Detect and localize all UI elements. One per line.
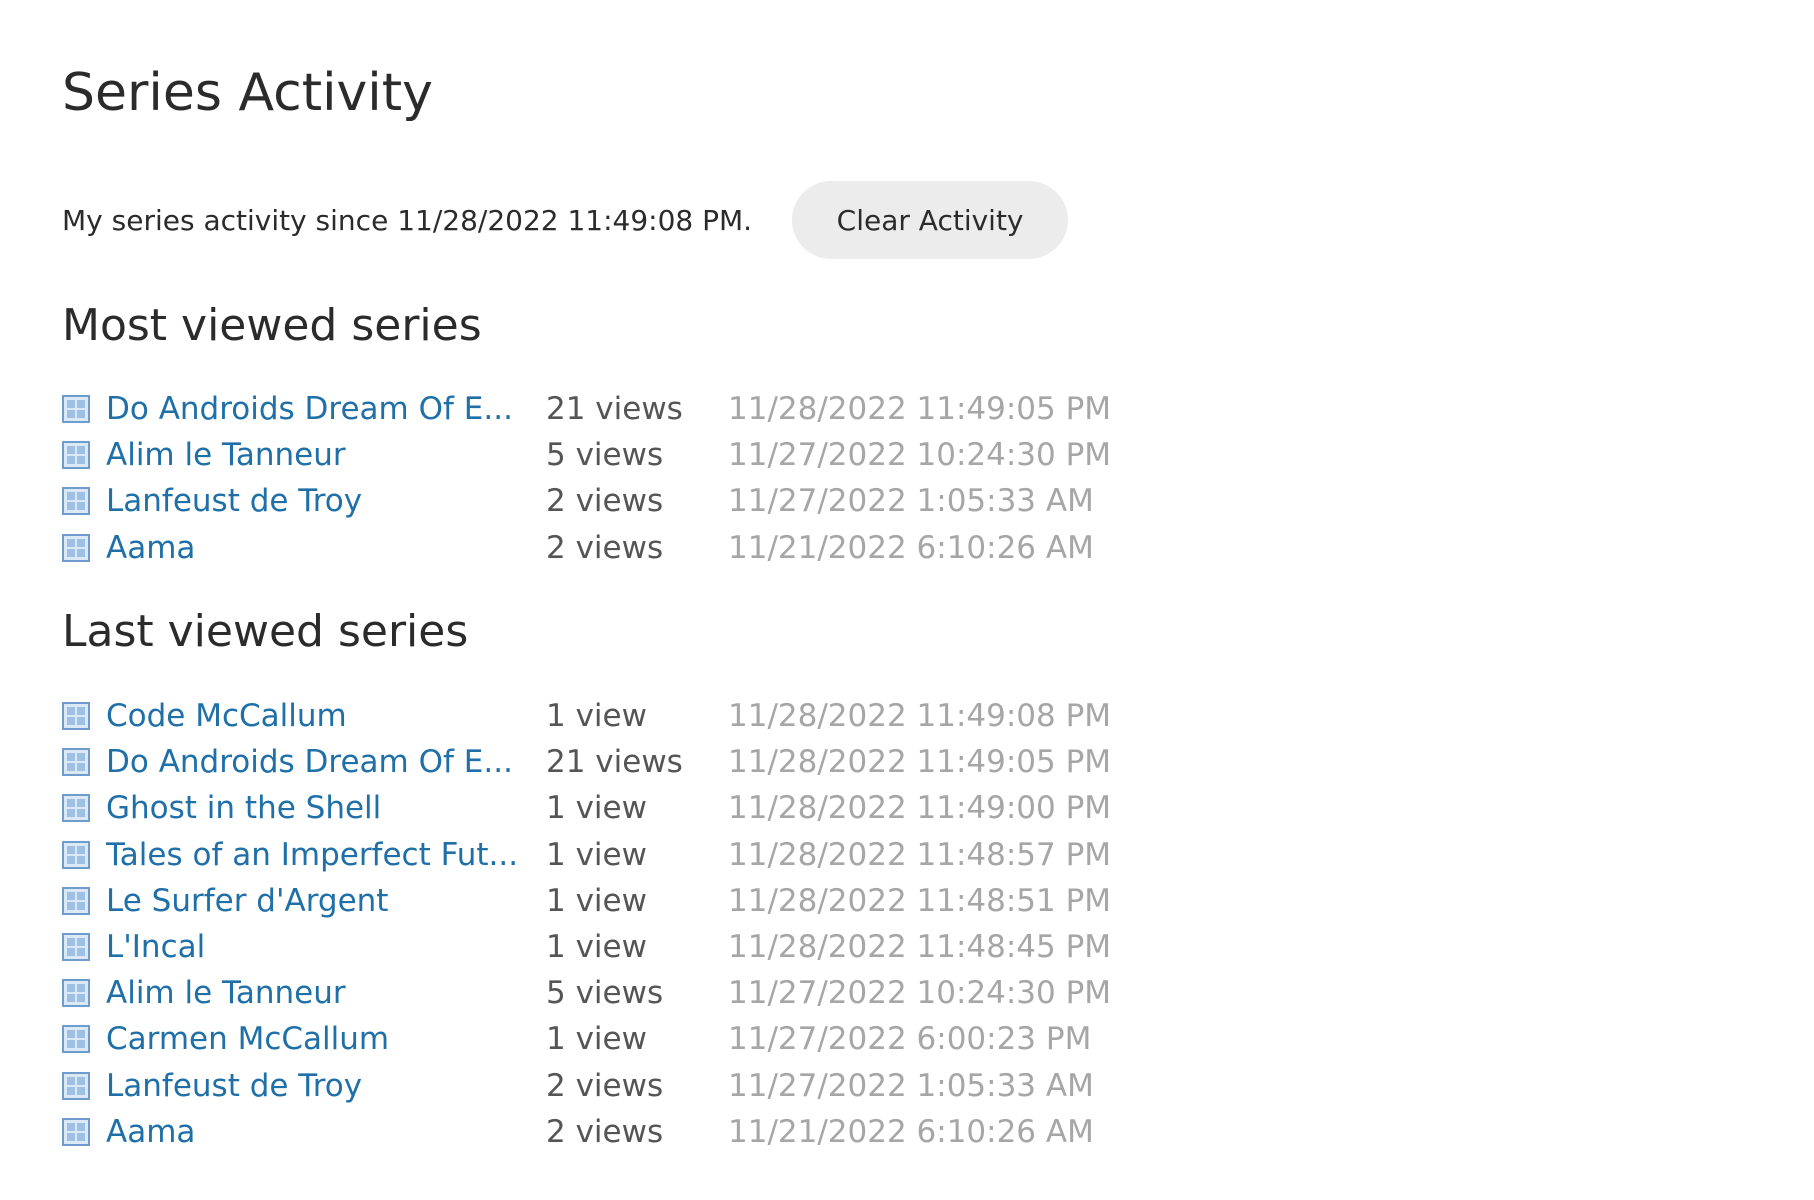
series-view-count: 2 views: [546, 483, 664, 520]
series-title-link[interactable]: Ghost in the Shell: [106, 790, 546, 826]
series-row: Do Androids Dream Of E... 21 views 11/28/2…: [62, 739, 1111, 785]
series-title-link[interactable]: Aama: [106, 1114, 546, 1150]
series-grid-icon: [62, 533, 90, 562]
series-row: Alim le Tanneur 5 views 11/27/2022 10:24:3…: [62, 432, 1111, 478]
series-grid-icon: [62, 395, 90, 424]
series-last-viewed-time: 11/28/2022 11:49:05 PM: [728, 744, 1112, 781]
series-view-count: 1 view: [546, 1021, 647, 1058]
series-row: Lanfeust de Troy 2 views 11/27/2022 1:05:3…: [62, 1063, 1111, 1109]
series-title-link[interactable]: Code McCallum: [106, 698, 546, 734]
series-row: Carmen McCallum 1 view 11/27/2022 6:00:23 …: [62, 1016, 1111, 1062]
series-view-count: 21 views: [546, 391, 683, 428]
series-row: Aama 2 views 11/21/2022 6:10:26 AM: [62, 525, 1111, 571]
series-title-link[interactable]: Tales of an Imperfect Fut...: [106, 837, 546, 873]
series-view-count: 21 views: [546, 744, 683, 781]
series-row: Code McCallum 1 view 11/28/2022 11:49:08 P…: [62, 693, 1111, 739]
series-title-link[interactable]: Do Androids Dream Of E...: [106, 744, 546, 780]
most-viewed-list: Do Androids Dream Of E... 21 views 11/28/2…: [62, 386, 1111, 571]
series-title-link[interactable]: Le Surfer d'Argent: [106, 883, 546, 919]
series-title-link[interactable]: Aama: [106, 530, 546, 566]
series-last-viewed-time: 11/28/2022 11:48:57 PM: [728, 836, 1112, 873]
series-grid-icon: [62, 748, 90, 777]
series-view-count: 5 views: [546, 437, 664, 474]
series-last-viewed-time: 11/27/2022 6:00:23 PM: [728, 1021, 1092, 1058]
series-row: Tales of an Imperfect Fut... 1 view 11/28/…: [62, 832, 1111, 878]
series-grid-icon: [62, 886, 90, 915]
series-view-count: 5 views: [546, 975, 664, 1012]
series-last-viewed-time: 11/27/2022 10:24:30 PM: [728, 975, 1112, 1012]
series-last-viewed-time: 11/28/2022 11:48:51 PM: [728, 882, 1112, 919]
series-grid-icon: [62, 441, 90, 470]
series-last-viewed-time: 11/27/2022 10:24:30 PM: [728, 437, 1112, 474]
series-last-viewed-time: 11/21/2022 6:10:26 AM: [728, 529, 1094, 566]
series-title-link[interactable]: Alim le Tanneur: [106, 975, 546, 1011]
series-last-viewed-time: 11/28/2022 11:48:45 PM: [728, 929, 1112, 966]
series-view-count: 1 view: [546, 929, 647, 966]
series-view-count: 1 view: [546, 790, 647, 827]
series-view-count: 1 view: [546, 836, 647, 873]
activity-since-text: My series activity since 11/28/2022 11:4…: [62, 203, 753, 237]
series-row: Aama 2 views 11/21/2022 6:10:26 AM: [62, 1109, 1111, 1155]
last-viewed-list: Code McCallum 1 view 11/28/2022 11:49:08 P…: [62, 693, 1111, 1155]
series-grid-icon: [62, 1025, 90, 1054]
series-grid-icon: [62, 794, 90, 823]
series-last-viewed-time: 11/28/2022 11:49:08 PM: [728, 698, 1112, 735]
series-grid-icon: [62, 1117, 90, 1146]
series-grid-icon: [62, 487, 90, 516]
series-row: Do Androids Dream Of E... 21 views 11/28/2…: [62, 386, 1111, 432]
series-title-link[interactable]: Lanfeust de Troy: [106, 1068, 546, 1104]
series-last-viewed-time: 11/21/2022 6:10:26 AM: [728, 1113, 1094, 1150]
page-title: Series Activity: [62, 63, 433, 123]
most-viewed-heading: Most viewed series: [62, 300, 482, 351]
activity-summary: My series activity since 11/28/2022 11:4…: [62, 180, 1069, 260]
series-row: Alim le Tanneur 5 views 11/27/2022 10:24:3…: [62, 970, 1111, 1016]
series-title-link[interactable]: Alim le Tanneur: [106, 437, 546, 473]
series-last-viewed-time: 11/28/2022 11:49:00 PM: [728, 790, 1112, 827]
series-activity-page: Series Activity My series activity since…: [0, 0, 1814, 1200]
series-grid-icon: [62, 979, 90, 1008]
series-title-link[interactable]: L'Incal: [106, 929, 546, 965]
series-title-link[interactable]: Lanfeust de Troy: [106, 483, 546, 519]
series-title-link[interactable]: Do Androids Dream Of E...: [106, 391, 546, 427]
series-view-count: 2 views: [546, 1113, 664, 1150]
series-view-count: 2 views: [546, 529, 664, 566]
series-row: Le Surfer d'Argent 1 view 11/28/2022 11:48…: [62, 878, 1111, 924]
last-viewed-heading: Last viewed series: [62, 606, 469, 657]
series-view-count: 1 view: [546, 698, 647, 735]
series-view-count: 1 view: [546, 882, 647, 919]
series-grid-icon: [62, 702, 90, 731]
series-row: Lanfeust de Troy 2 views 11/27/2022 1:05:3…: [62, 478, 1111, 524]
series-grid-icon: [62, 933, 90, 962]
series-last-viewed-time: 11/27/2022 1:05:33 AM: [728, 483, 1094, 520]
clear-activity-button[interactable]: Clear Activity: [792, 181, 1069, 259]
series-grid-icon: [62, 1071, 90, 1100]
series-row: L'Incal 1 view 11/28/2022 11:48:45 PM: [62, 924, 1111, 970]
series-grid-icon: [62, 840, 90, 869]
series-row: Ghost in the Shell 1 view 11/28/2022 11:49…: [62, 785, 1111, 831]
series-last-viewed-time: 11/27/2022 1:05:33 AM: [728, 1067, 1094, 1104]
series-view-count: 2 views: [546, 1067, 664, 1104]
series-last-viewed-time: 11/28/2022 11:49:05 PM: [728, 391, 1112, 428]
series-title-link[interactable]: Carmen McCallum: [106, 1021, 546, 1057]
